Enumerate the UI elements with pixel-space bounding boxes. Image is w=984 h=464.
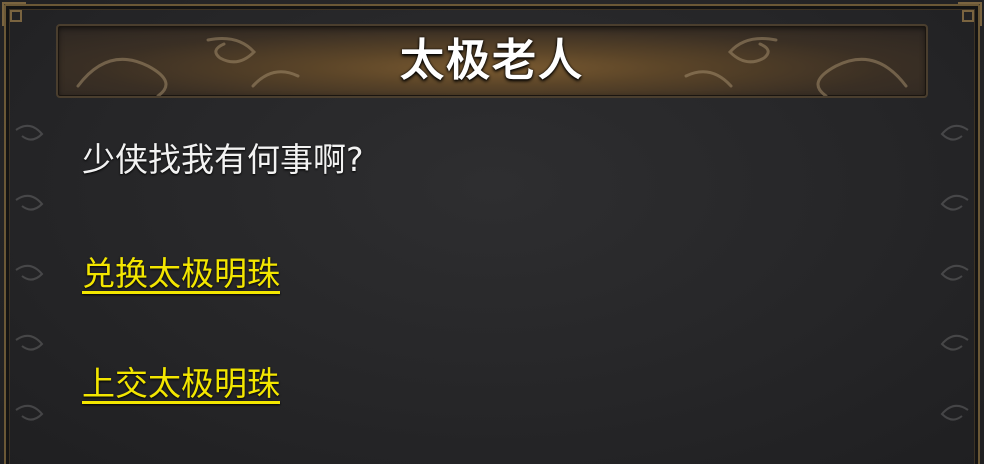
- option-submit-taiji-pearl[interactable]: 上交太极明珠: [82, 363, 280, 405]
- npc-dialog-panel: 太极老人 少侠找我有何事啊? 兑换太极明珠 上交太极明珠: [0, 0, 984, 464]
- frame-corner-knot-right: [962, 10, 974, 22]
- option-exchange-taiji-pearl[interactable]: 兑换太极明珠: [82, 253, 280, 295]
- npc-dialog-prompt: 少侠找我有何事啊?: [82, 140, 364, 179]
- title-banner: 太极老人: [56, 24, 928, 98]
- cloud-pattern-left-icon: [15, 124, 44, 421]
- cloud-pattern-right-icon: [940, 124, 969, 421]
- frame-corner-knot-left: [10, 10, 22, 22]
- npc-name-title: 太极老人: [400, 35, 584, 86]
